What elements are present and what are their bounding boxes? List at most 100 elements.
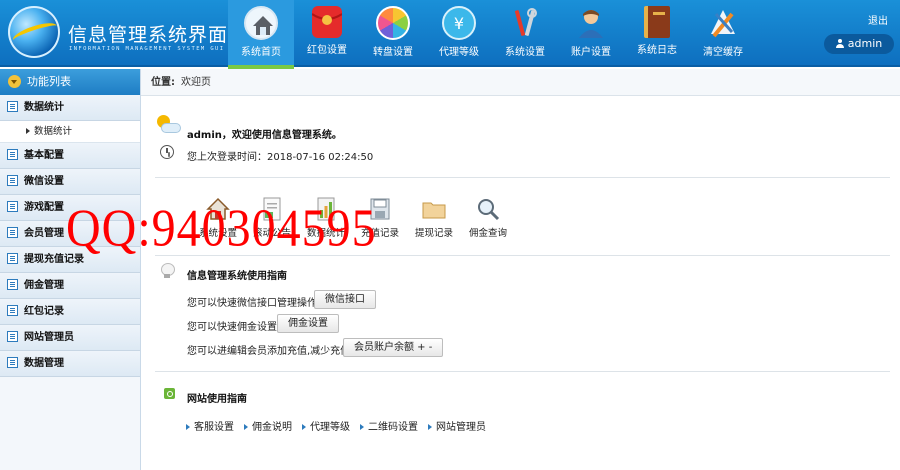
cloud-money-icon: ¥ (442, 6, 476, 40)
breadcrumb: 位置: 欢迎页 (141, 69, 900, 96)
watermark-text: QQ:940304595 (66, 199, 377, 258)
divider (155, 177, 890, 178)
sidebar-item-label: 游戏配置 (24, 202, 64, 213)
app-title: 信息管理系统界面 (68, 24, 229, 46)
collapse-arrow-icon (8, 75, 21, 88)
sidebar-subitem-label: 数据统计 (34, 126, 73, 137)
nav-account-settings[interactable]: 账户设置 (558, 0, 624, 67)
link-agent-level[interactable]: 代理等级 (302, 418, 350, 433)
top-nav: 系统首页 红包设置 转盘设置 ¥ 代理等级 系统设置 账户设置 系统日志 清空缓… (228, 0, 756, 69)
list-icon (7, 331, 18, 342)
link-label: 二维码设置 (368, 422, 418, 433)
nav-wheel-label: 转盘设置 (373, 47, 413, 58)
breadcrumb-label: 位置: (151, 77, 175, 88)
nav-red-envelope-label: 红包设置 (307, 45, 347, 56)
sidebar-item-basic-config[interactable]: 基本配置 (0, 143, 140, 169)
sidebar-item-label: 会员管理 (24, 228, 64, 239)
breadcrumb-current: 欢迎页 (181, 77, 211, 88)
shortcut-withdraw-records[interactable]: 提现记录 (407, 196, 461, 239)
nav-system-log[interactable]: 系统日志 (624, 0, 690, 67)
logout-link[interactable]: 退出 (868, 12, 888, 27)
nav-clear-cache[interactable]: 清空缓存 (690, 0, 756, 67)
link-qrcode-settings[interactable]: 二维码设置 (360, 418, 418, 433)
nav-clear-cache-label: 清空缓存 (703, 47, 743, 58)
link-label: 代理等级 (310, 422, 350, 433)
triangle-right-icon (360, 424, 364, 430)
list-icon (7, 101, 18, 112)
clock-icon (160, 145, 174, 159)
triangle-right-icon (428, 424, 432, 430)
red-envelope-icon (311, 6, 343, 38)
nav-red-envelope[interactable]: 红包设置 (294, 0, 360, 67)
guide-row-text: 您可以快速微信接口管理操作 (187, 298, 317, 309)
sidebar-item-red-envelope-records[interactable]: 红包记录 (0, 299, 140, 325)
wheel-icon (376, 6, 410, 40)
link-site-admin[interactable]: 网站管理员 (428, 418, 486, 433)
sidebar-heading[interactable]: 功能列表 (0, 69, 140, 95)
account-icon (574, 6, 608, 40)
weather-icon (157, 115, 181, 135)
divider (155, 371, 890, 372)
commission-settings-button[interactable]: 佣金设置 (277, 314, 339, 333)
link-customer-service[interactable]: 客服设置 (186, 418, 234, 433)
sidebar-item-label: 佣金管理 (24, 280, 64, 291)
link-label: 佣金说明 (252, 422, 292, 433)
app-subtitle: INFORMATION MANAGEMENT SYSTEM GUI (69, 46, 225, 52)
sidebar-subitem-data-stats[interactable]: 数据统计 (0, 121, 140, 143)
triangle-right-icon (244, 424, 248, 430)
nav-agent-level[interactable]: ¥ 代理等级 (426, 0, 492, 67)
sidebar-item-data-management[interactable]: 数据管理 (0, 351, 140, 377)
home-icon (244, 6, 278, 40)
sidebar-heading-label: 功能列表 (27, 75, 71, 88)
link-label: 网站管理员 (436, 422, 486, 433)
user-menu[interactable]: admin (824, 34, 894, 54)
list-icon (7, 305, 18, 316)
sidebar-item-data-stats[interactable]: 数据统计 (0, 95, 140, 121)
sidebar-item-label: 红包记录 (24, 306, 64, 317)
list-icon (7, 253, 18, 264)
nav-system-settings[interactable]: 系统设置 (492, 0, 558, 67)
tools-icon (508, 6, 542, 40)
triangle-right-icon (186, 424, 190, 430)
user-icon (835, 39, 844, 48)
nav-account-settings-label: 账户设置 (571, 47, 611, 58)
triangle-right-icon (26, 128, 30, 134)
last-login-time: 您上次登录时间：2018-07-16 02:24:50 (187, 152, 374, 163)
app-logo: 信息管理系统界面 INFORMATION MANAGEMENT SYSTEM G… (8, 6, 228, 60)
sidebar-item-label: 基本配置 (24, 150, 64, 161)
wechat-interface-button[interactable]: 微信接口 (314, 290, 376, 309)
sidebar-item-commission[interactable]: 佣金管理 (0, 273, 140, 299)
shortcut-label: 提现记录 (414, 228, 453, 239)
sidebar-item-wechat-settings[interactable]: 微信设置 (0, 169, 140, 195)
guide-row-text: 您可以进编辑会员添加充值,减少充值 (187, 346, 351, 357)
list-icon (7, 175, 18, 186)
lightbulb-icon (161, 263, 175, 278)
list-icon (7, 357, 18, 368)
list-icon (7, 227, 18, 238)
magnifier-icon (475, 196, 501, 222)
svg-text:¥: ¥ (454, 14, 464, 33)
link-commission-info[interactable]: 佣金说明 (244, 418, 292, 433)
nav-wheel[interactable]: 转盘设置 (360, 0, 426, 67)
member-balance-button[interactable]: 会员账户余额 + - (343, 338, 444, 357)
sidebar-item-label: 数据管理 (24, 358, 64, 369)
nav-home[interactable]: 系统首页 (228, 0, 294, 69)
guide-row-text: 您可以快速佣金设置 (187, 322, 277, 333)
folder-icon (421, 196, 447, 222)
welcome-message: admin，欢迎使用信息管理系统。 (187, 130, 342, 141)
user-name: admin (847, 37, 883, 50)
main-content: 位置: 欢迎页 admin，欢迎使用信息管理系统。 您上次登录时间：2018-07… (141, 69, 900, 470)
top-header: 信息管理系统界面 INFORMATION MANAGEMENT SYSTEM G… (0, 0, 900, 69)
nav-agent-level-label: 代理等级 (439, 47, 479, 58)
shortcut-commission-query[interactable]: 佣金查询 (461, 196, 515, 239)
triangle-right-icon (302, 424, 306, 430)
sidebar-item-label: 网站管理员 (24, 332, 74, 343)
list-icon (7, 279, 18, 290)
nav-system-settings-label: 系统设置 (505, 47, 545, 58)
shortcut-label: 佣金查询 (468, 228, 507, 239)
log-book-icon (644, 6, 670, 38)
nav-home-label: 系统首页 (241, 47, 281, 58)
clear-cache-icon (706, 6, 740, 40)
sidebar-item-site-admin[interactable]: 网站管理员 (0, 325, 140, 351)
system-guide-title: 信息管理系统使用指南 (187, 271, 287, 282)
